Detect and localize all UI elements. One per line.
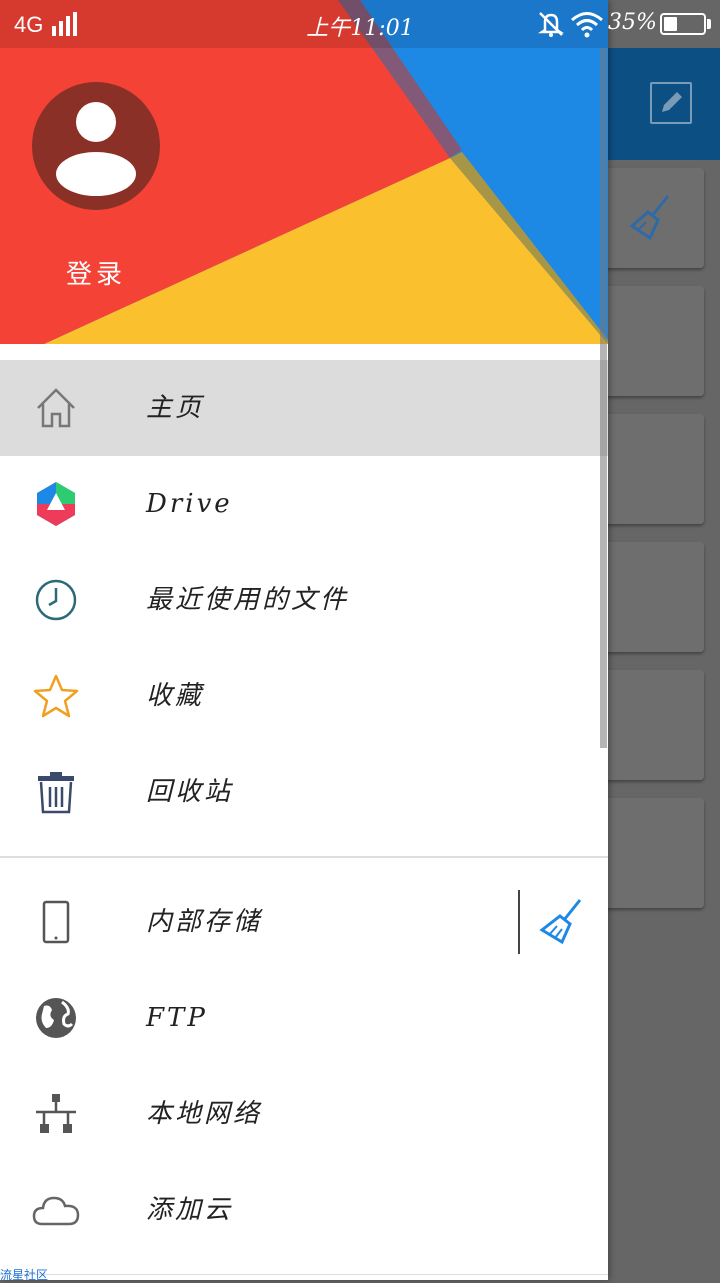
menu-item-add-cloud[interactable]: 添加云 xyxy=(0,1162,608,1258)
mute-bell-icon xyxy=(537,12,565,37)
menu-label: 本地网络 xyxy=(146,1099,263,1129)
menu-item-favorites[interactable]: 收藏 xyxy=(0,648,608,744)
menu-label: 收藏 xyxy=(146,681,205,711)
edit-icon[interactable] xyxy=(650,82,692,124)
menu-label: 内部存储 xyxy=(146,907,263,937)
menu-label: FTP xyxy=(146,1003,208,1033)
menu-label: Drive xyxy=(146,489,233,519)
broom-icon[interactable] xyxy=(538,898,584,946)
home-icon xyxy=(37,388,75,428)
avatar[interactable] xyxy=(32,82,160,210)
battery-icon xyxy=(660,13,706,35)
login-link[interactable]: 登录 xyxy=(0,254,192,291)
signal-icon xyxy=(52,12,77,36)
menu-item-recent[interactable]: 最近使用的文件 xyxy=(0,552,608,648)
vertical-divider xyxy=(518,890,520,954)
scrollbar[interactable] xyxy=(600,48,607,748)
background-card xyxy=(600,414,704,524)
menu-item-drive[interactable]: Drive xyxy=(0,456,608,552)
menu-label: 最近使用的文件 xyxy=(146,585,350,615)
user-icon xyxy=(56,102,136,196)
trash-icon xyxy=(38,772,74,814)
background-card xyxy=(600,670,704,780)
battery-fill xyxy=(664,17,677,31)
drawer-header: 登录 xyxy=(0,0,608,344)
clock-icon xyxy=(35,579,77,621)
background-card xyxy=(600,542,704,652)
menu-item-recycle-bin[interactable]: 回收站 xyxy=(0,744,608,840)
menu-item-local-network[interactable]: 本地网络 xyxy=(0,1066,608,1162)
menu-item-internal-storage[interactable]: 内部存储 xyxy=(0,874,608,970)
background-card xyxy=(600,798,704,908)
menu-item-home[interactable]: 主页 xyxy=(0,360,608,456)
battery-tip xyxy=(707,19,711,29)
wifi-icon xyxy=(571,12,603,38)
menu-label: 添加云 xyxy=(146,1195,234,1225)
clock: 上午11:01 xyxy=(306,16,414,41)
status-bar: 4G 上午11:01 35% xyxy=(0,0,720,48)
network-icon xyxy=(36,1094,76,1133)
globe-icon xyxy=(36,998,76,1038)
cloud-icon xyxy=(32,1196,80,1226)
broom-icon[interactable] xyxy=(628,194,672,242)
menu-label: 主页 xyxy=(146,393,205,423)
section-divider xyxy=(0,856,608,858)
drive-icon xyxy=(37,482,75,526)
phone-icon xyxy=(42,900,70,944)
menu-item-ftp[interactable]: FTP xyxy=(0,970,608,1066)
navigation-drawer: 登录 主页 Drive 最近使用的文件 收藏 回收站 内部存储 FTP 本地网络… xyxy=(0,0,608,1280)
network-type: 4G xyxy=(14,12,44,37)
bottom-divider xyxy=(0,1274,608,1275)
menu-label: 回收站 xyxy=(146,777,234,807)
star-icon xyxy=(33,674,79,718)
watermark: 流星社区 xyxy=(0,1268,49,1282)
battery-percent: 35% xyxy=(608,10,657,35)
background-card xyxy=(600,286,704,396)
